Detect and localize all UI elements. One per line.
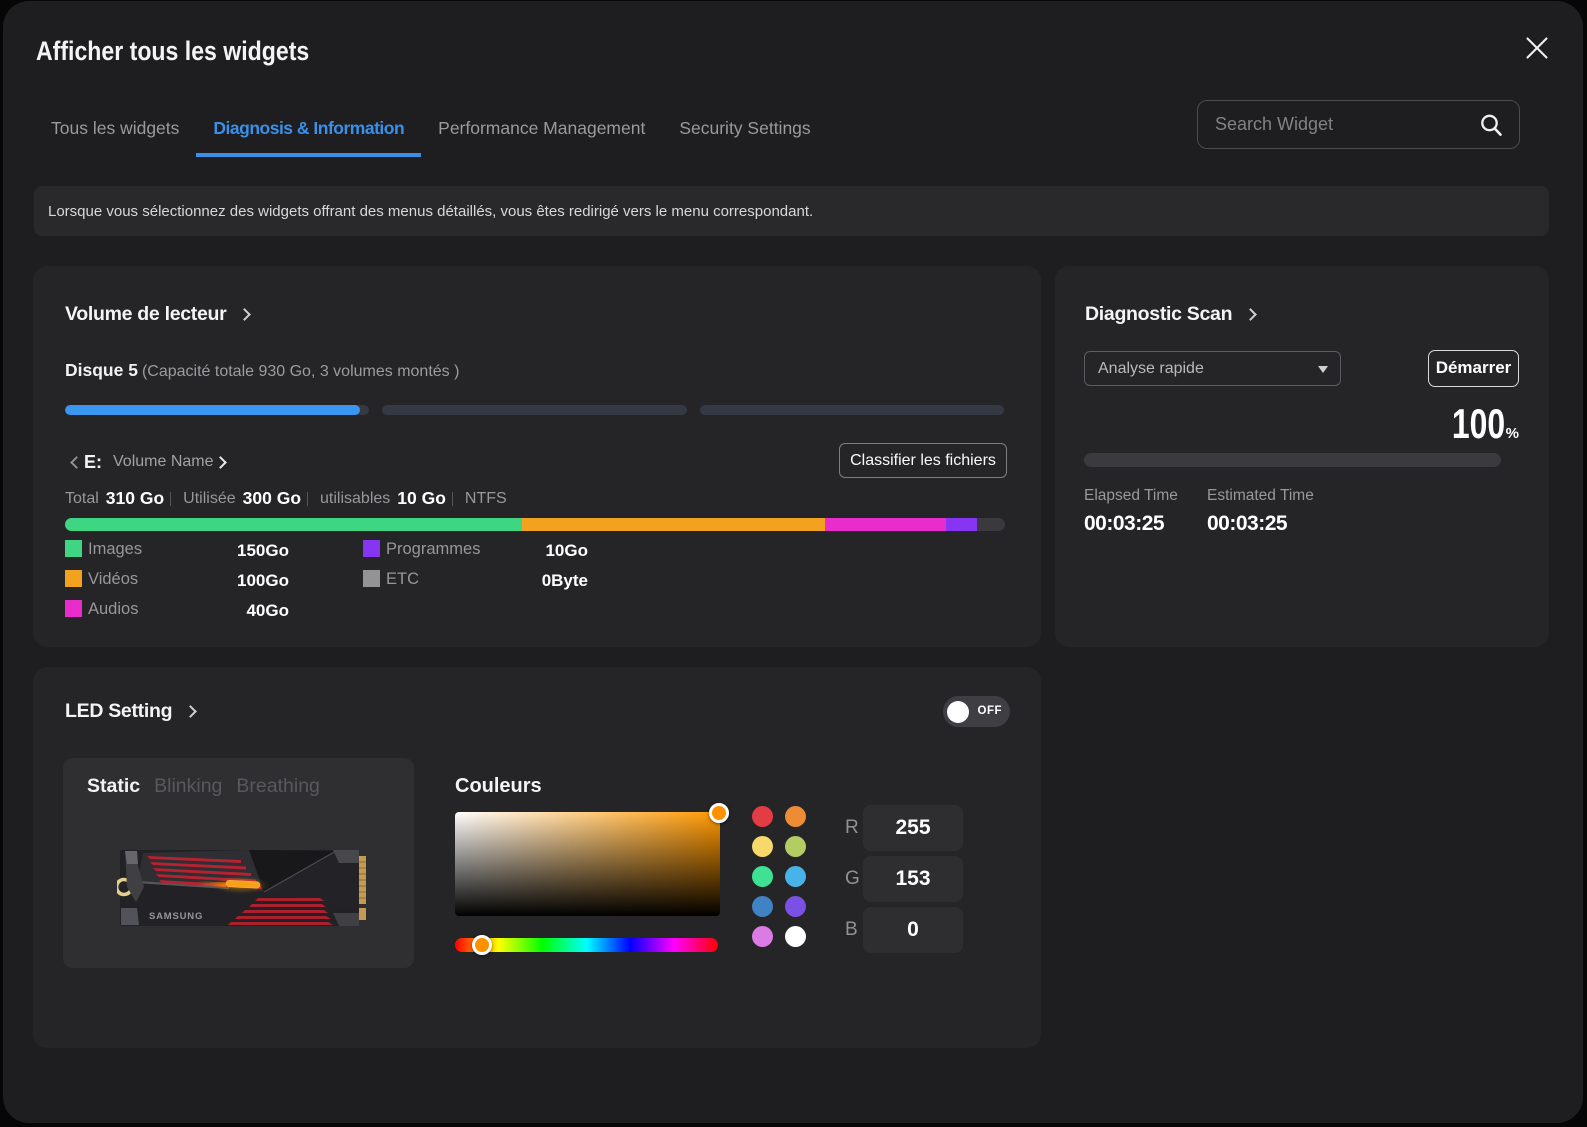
svg-text:SAMSUNG: SAMSUNG [149, 911, 203, 922]
